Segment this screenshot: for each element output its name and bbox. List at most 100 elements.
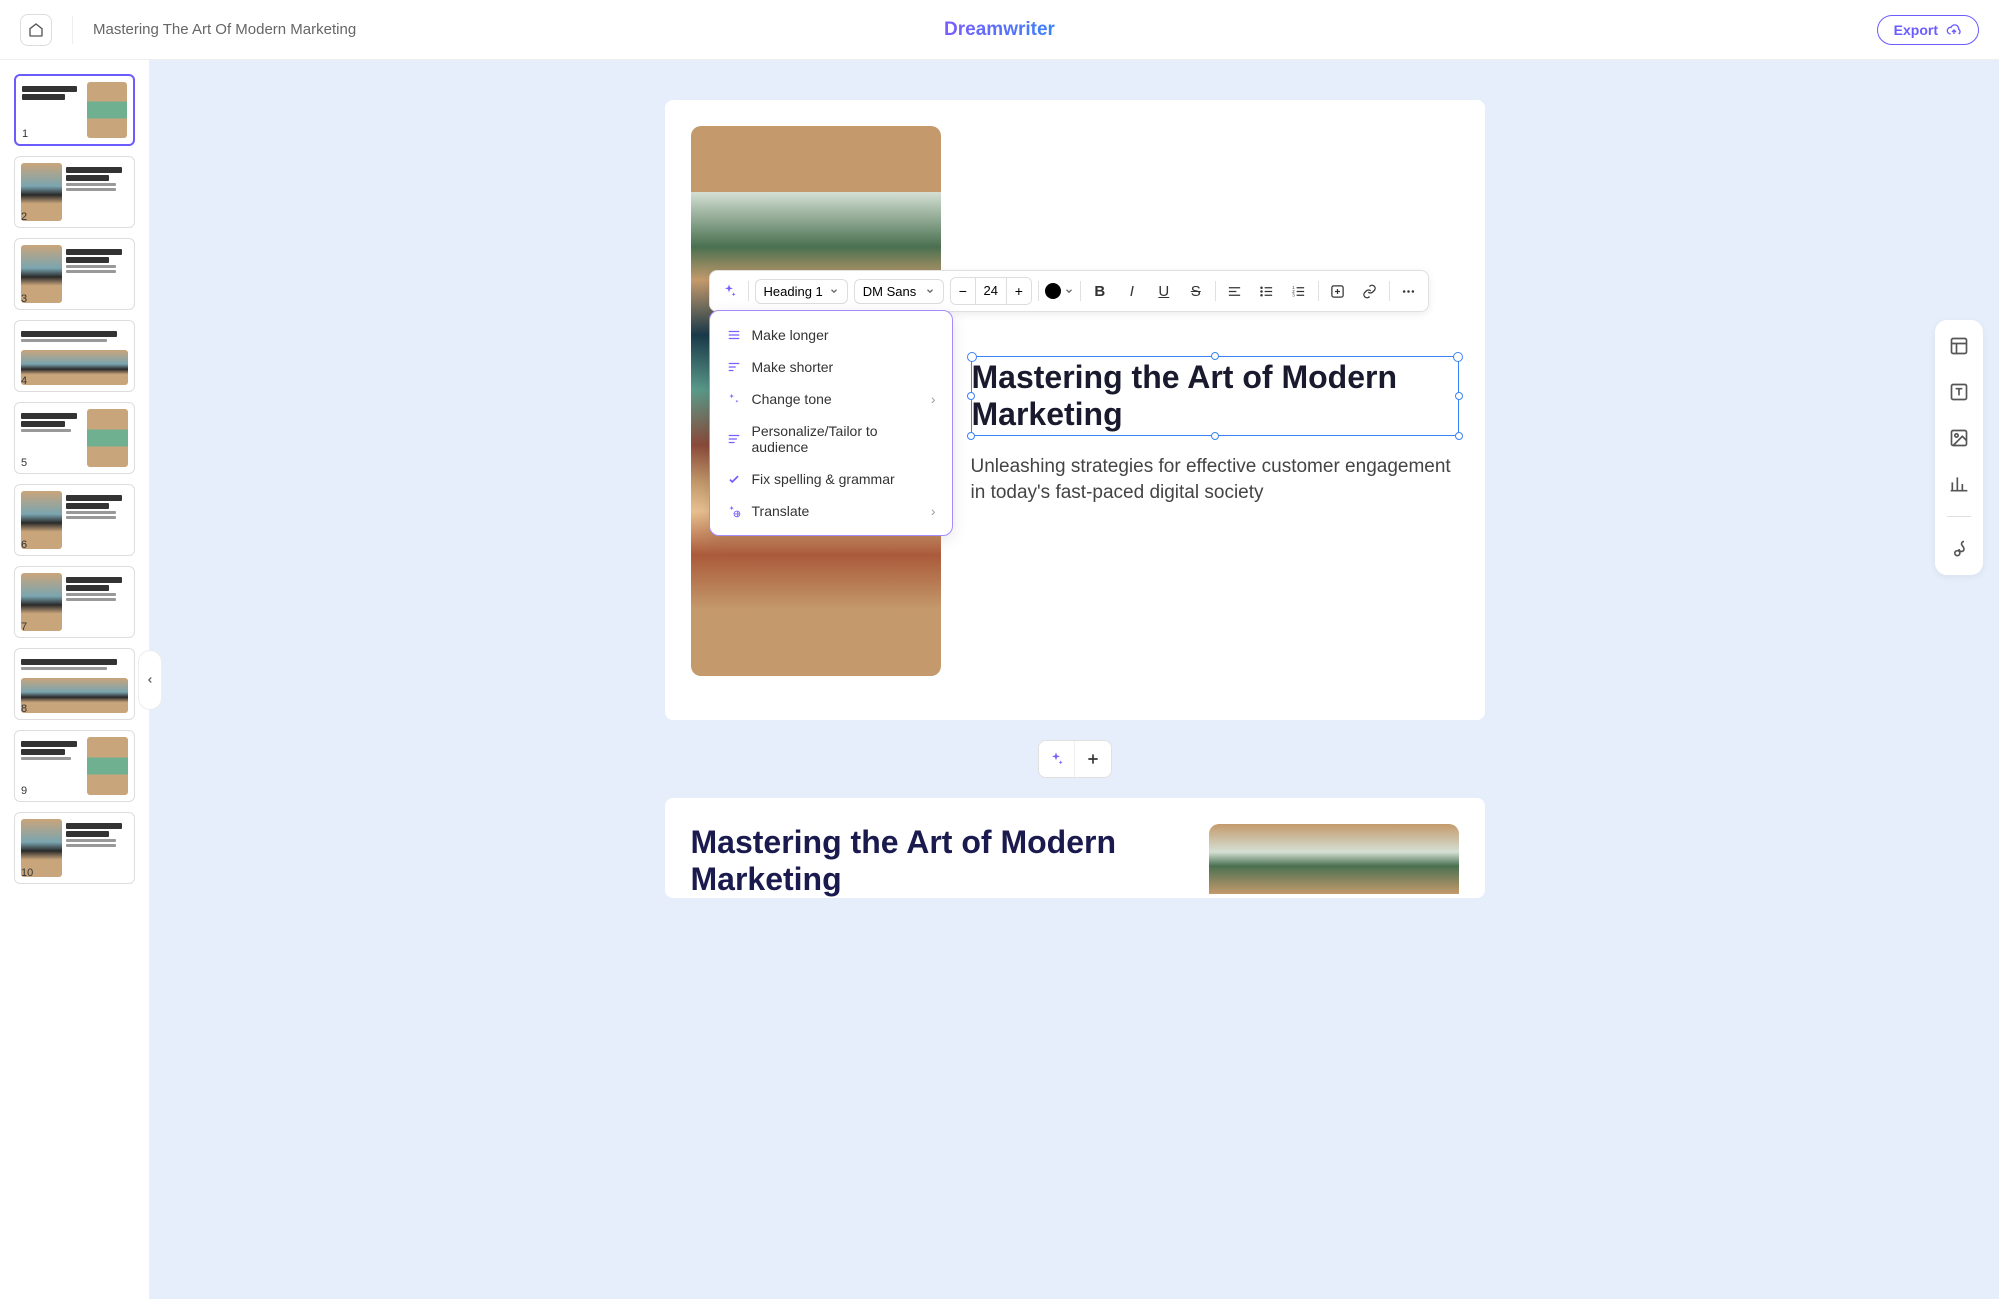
thumbnail-6[interactable]: 6 xyxy=(14,484,135,556)
page-heading[interactable]: Mastering the Art of Modern Marketing xyxy=(972,359,1458,433)
layout-tool-button[interactable] xyxy=(1945,332,1973,360)
style-select[interactable]: Heading 1 xyxy=(755,279,848,304)
layout-icon xyxy=(1949,336,1969,356)
chevron-right-icon: › xyxy=(931,503,936,519)
image-tool-button[interactable] xyxy=(1945,424,1973,452)
numbered-list-icon: 123 xyxy=(1291,284,1306,299)
insert-button[interactable] xyxy=(1325,278,1351,304)
ai-translate[interactable]: Translate › xyxy=(710,495,952,527)
link-icon xyxy=(1362,284,1377,299)
chart-tool-button[interactable] xyxy=(1945,470,1973,498)
font-select[interactable]: DM Sans xyxy=(854,279,944,304)
font-size-stepper: − 24 + xyxy=(950,277,1032,305)
align-left-icon xyxy=(1227,284,1242,299)
document-title[interactable]: Mastering The Art Of Modern Marketing xyxy=(93,21,356,38)
thumbnail-number: 4 xyxy=(21,375,27,387)
thumbnail-number: 1 xyxy=(22,128,28,140)
lines-long-icon xyxy=(726,327,742,343)
ai-actions-menu: Make longer Make shorter Change tone › P… xyxy=(709,310,953,536)
svg-text:3: 3 xyxy=(1293,292,1296,297)
menu-item-label: Translate xyxy=(752,503,810,519)
chevron-down-icon xyxy=(1064,286,1074,296)
chevron-right-icon: › xyxy=(931,391,936,407)
menu-item-label: Make longer xyxy=(752,327,829,343)
cloud-upload-icon xyxy=(1946,22,1962,38)
sparkle-swap-icon xyxy=(726,391,742,407)
ai-add-button[interactable] xyxy=(1039,741,1075,777)
bold-button[interactable]: B xyxy=(1087,278,1113,304)
ai-fix-spelling[interactable]: Fix spelling & grammar xyxy=(710,463,952,495)
chart-icon xyxy=(1949,474,1969,494)
sparkle-globe-icon xyxy=(726,503,742,519)
ai-make-longer[interactable]: Make longer xyxy=(710,319,952,351)
selected-text-box[interactable]: Mastering the Art of Modern Marketing xyxy=(971,356,1459,436)
thumbnail-5[interactable]: 5 xyxy=(14,402,135,474)
right-tool-rail xyxy=(1935,320,1983,575)
thumbnail-7[interactable]: 7 xyxy=(14,566,135,638)
increase-size-button[interactable]: + xyxy=(1007,278,1031,304)
strikethrough-button[interactable]: S xyxy=(1183,278,1209,304)
collapse-sidebar-button[interactable] xyxy=(138,650,162,710)
menu-item-label: Change tone xyxy=(752,391,832,407)
chevron-down-icon xyxy=(925,286,935,296)
add-page-bar xyxy=(1038,740,1112,778)
chevron-left-icon xyxy=(145,675,155,685)
page-1[interactable]: Heading 1 DM Sans − 24 + xyxy=(665,100,1485,720)
text-frame-icon xyxy=(1949,382,1969,402)
thumbnail-3[interactable]: 3 xyxy=(14,238,135,310)
page-2[interactable]: Mastering the Art of Modern Marketing xyxy=(665,798,1485,898)
thumbnail-4[interactable]: 4 xyxy=(14,320,135,392)
font-size-value[interactable]: 24 xyxy=(975,278,1007,304)
page-hero-image[interactable] xyxy=(1209,824,1459,894)
thumbnail-number: 7 xyxy=(21,621,27,633)
thumbnail-number: 6 xyxy=(21,539,27,551)
check-icon xyxy=(726,471,742,487)
thumbnail-2[interactable]: 2 xyxy=(14,156,135,228)
ai-change-tone[interactable]: Change tone › xyxy=(710,383,952,415)
thumbnail-number: 10 xyxy=(21,867,33,879)
align-button[interactable] xyxy=(1222,278,1248,304)
numbered-list-button[interactable]: 123 xyxy=(1286,278,1312,304)
link-button[interactable] xyxy=(1357,278,1383,304)
ai-personalize[interactable]: Personalize/Tailor to audience xyxy=(710,415,952,463)
ai-sparkle-button[interactable] xyxy=(716,278,742,304)
thumbnail-1[interactable]: 1 xyxy=(14,74,135,146)
canvas-area[interactable]: Heading 1 DM Sans − 24 + xyxy=(150,60,1999,1299)
text-tool-button[interactable] xyxy=(1945,378,1973,406)
paint-icon xyxy=(1949,539,1969,559)
app-header: Mastering The Art Of Modern Marketing Dr… xyxy=(0,0,1999,60)
app-name: Dreamwriter xyxy=(944,19,1055,41)
decrease-size-button[interactable]: − xyxy=(951,278,975,304)
home-button[interactable] xyxy=(20,14,52,46)
sparkle-icon xyxy=(721,283,737,299)
ai-make-shorter[interactable]: Make shorter xyxy=(710,351,952,383)
thumbnail-sidebar[interactable]: 1 2 3 4 5 6 7 xyxy=(0,60,150,1299)
style-tool-button[interactable] xyxy=(1945,535,1973,563)
thumbnail-number: 9 xyxy=(21,785,27,797)
export-button[interactable]: Export xyxy=(1877,15,1979,45)
plus-icon xyxy=(1085,751,1101,767)
thumbnail-number: 3 xyxy=(21,293,27,305)
thumbnail-9[interactable]: 9 xyxy=(14,730,135,802)
thumbnail-number: 5 xyxy=(21,457,27,469)
bullet-list-button[interactable] xyxy=(1254,278,1280,304)
thumbnail-number: 8 xyxy=(21,703,27,715)
bullet-list-icon xyxy=(1259,284,1274,299)
text-color-picker[interactable] xyxy=(1045,283,1074,299)
text-toolbar: Heading 1 DM Sans − 24 + xyxy=(709,270,1429,312)
lines-short-icon xyxy=(726,359,742,375)
thumbnail-number: 2 xyxy=(21,211,27,223)
menu-item-label: Make shorter xyxy=(752,359,834,375)
lines-adjust-icon xyxy=(726,431,742,447)
underline-button[interactable]: U xyxy=(1151,278,1177,304)
page-heading[interactable]: Mastering the Art of Modern Marketing xyxy=(691,824,1179,898)
add-page-button[interactable] xyxy=(1075,741,1111,777)
menu-item-label: Personalize/Tailor to audience xyxy=(752,423,936,455)
italic-button[interactable]: I xyxy=(1119,278,1145,304)
plus-square-icon xyxy=(1330,284,1345,299)
page-subheading[interactable]: Unleashing strategies for effective cust… xyxy=(971,454,1459,507)
thumbnail-10[interactable]: 10 xyxy=(14,812,135,884)
more-icon xyxy=(1401,284,1416,299)
more-button[interactable] xyxy=(1396,278,1422,304)
thumbnail-8[interactable]: 8 xyxy=(14,648,135,720)
